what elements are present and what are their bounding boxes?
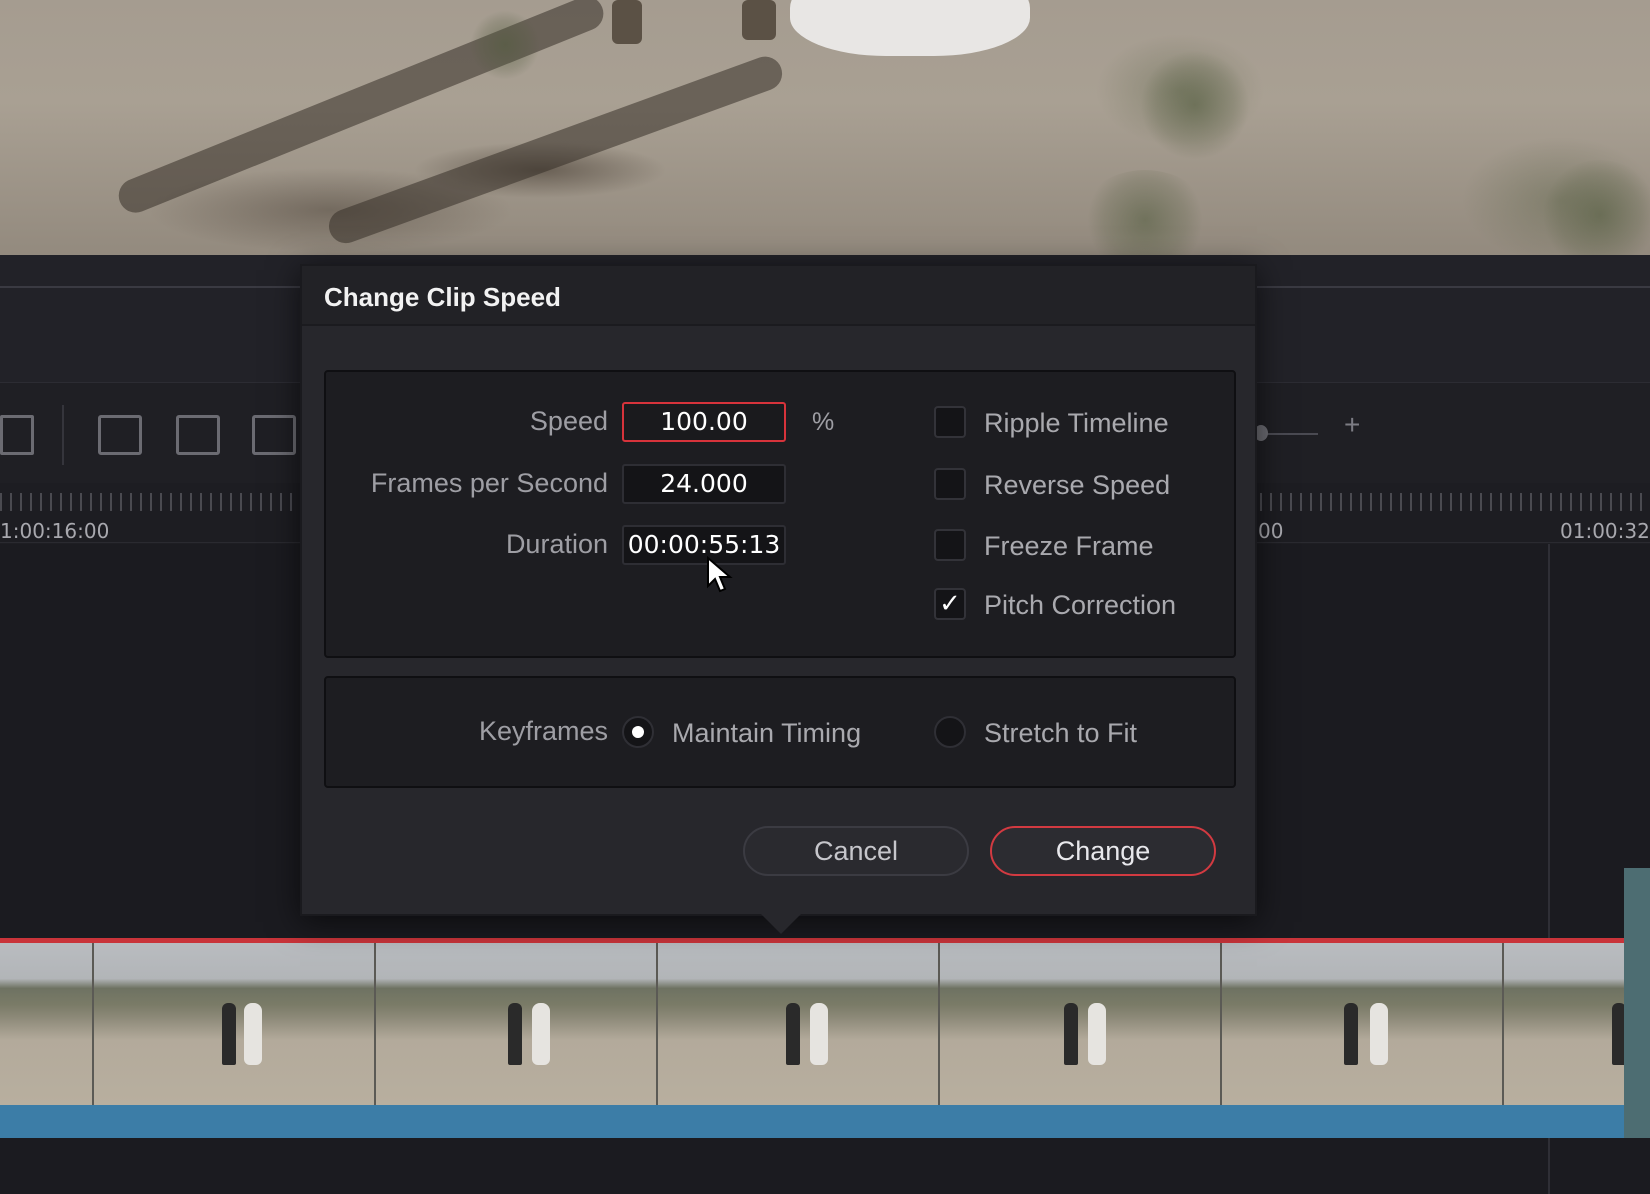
pitch-correction-label: Pitch Correction bbox=[984, 590, 1177, 620]
desert-plant bbox=[1080, 170, 1210, 255]
stretch-to-fit-label: Stretch to Fit bbox=[984, 718, 1138, 748]
toolbar-divider bbox=[62, 405, 64, 465]
freeze-frame-label: Freeze Frame bbox=[984, 531, 1154, 561]
change-button[interactable]: Change bbox=[990, 826, 1216, 876]
razor-icon[interactable] bbox=[0, 415, 34, 455]
fps-label: Frames per Second bbox=[370, 468, 608, 498]
video-viewer bbox=[0, 0, 1650, 255]
dialog-title: Change Clip Speed bbox=[324, 282, 561, 312]
person-legs bbox=[742, 0, 776, 40]
wedding-dress bbox=[790, 0, 1030, 56]
desert-plant bbox=[1140, 50, 1250, 160]
desert-plant bbox=[1540, 160, 1650, 255]
ripple-timeline-checkbox[interactable] bbox=[934, 406, 966, 438]
duration-label: Duration bbox=[505, 529, 608, 559]
ripple-timeline-label: Ripple Timeline bbox=[984, 408, 1169, 438]
overwrite-clip-icon[interactable] bbox=[98, 415, 142, 455]
freeze-frame-checkbox[interactable] bbox=[934, 529, 966, 561]
clip-thumbnail bbox=[1502, 943, 1624, 1105]
speed-label: Speed bbox=[529, 406, 608, 436]
clip-thumbnail bbox=[92, 943, 374, 1105]
change-clip-speed-dialog: Change Clip Speed Speed 100.00 % Frames … bbox=[300, 264, 1257, 934]
checkmark-icon: ✓ bbox=[939, 589, 961, 619]
ruler-timecode: 00 bbox=[1258, 519, 1284, 543]
pitch-correction-checkbox[interactable]: ✓ bbox=[934, 588, 966, 620]
speed-settings-group: Speed 100.00 % Frames per Second 24.000 … bbox=[324, 370, 1236, 658]
adjacent-clip[interactable] bbox=[1624, 868, 1650, 1138]
dialog-title-bar[interactable]: Change Clip Speed bbox=[302, 266, 1255, 326]
replace-clip-icon[interactable] bbox=[176, 415, 220, 455]
duration-input[interactable]: 00:00:55:13 bbox=[622, 525, 786, 565]
clip-thumbnail bbox=[656, 943, 938, 1105]
dialog-pointer bbox=[761, 914, 801, 934]
reverse-speed-label: Reverse Speed bbox=[984, 470, 1171, 500]
mouse-pointer-icon bbox=[707, 556, 733, 593]
ruler-timecode: 1:00:16:00 bbox=[0, 519, 110, 543]
clip-thumbnail bbox=[938, 943, 1220, 1105]
speed-unit: % bbox=[812, 408, 835, 436]
cancel-button[interactable]: Cancel bbox=[743, 826, 969, 876]
maintain-timing-label: Maintain Timing bbox=[672, 718, 862, 748]
clip-thumbnail bbox=[1220, 943, 1502, 1105]
speed-input[interactable]: 100.00 bbox=[622, 402, 786, 442]
desert-plant bbox=[470, 10, 540, 80]
keyframes-group: Keyframes Maintain Timing Stretch to Fit bbox=[324, 676, 1236, 788]
zoom-plus-icon[interactable]: + bbox=[1344, 409, 1360, 441]
audio-track-clip[interactable] bbox=[0, 1105, 1624, 1138]
clip-thumbnail bbox=[374, 943, 656, 1105]
keyframes-label: Keyframes bbox=[478, 716, 608, 746]
video-clip[interactable] bbox=[0, 943, 1624, 1105]
clip-thumbnail bbox=[0, 943, 92, 1105]
maintain-timing-radio[interactable] bbox=[622, 716, 654, 748]
person-legs bbox=[612, 0, 642, 44]
ripple-overwrite-icon[interactable] bbox=[252, 415, 296, 455]
reverse-speed-checkbox[interactable] bbox=[934, 468, 966, 500]
ruler-timecode: 01:00:32 bbox=[1560, 519, 1650, 543]
fps-input[interactable]: 24.000 bbox=[622, 464, 786, 504]
stretch-to-fit-radio[interactable] bbox=[934, 716, 966, 748]
